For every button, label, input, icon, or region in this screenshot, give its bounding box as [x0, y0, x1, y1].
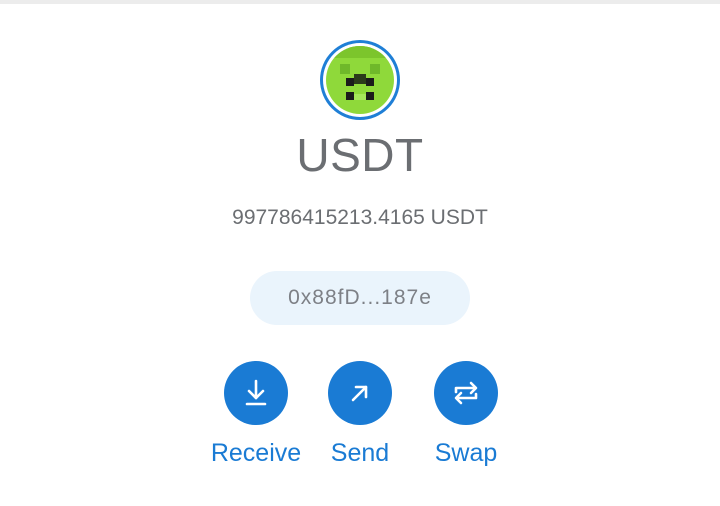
arrow-up-right-icon: [351, 385, 368, 402]
token-detail-screen: USDT 997786415213.4165 USDT 0x88fD...187…: [0, 0, 720, 506]
token-symbol-title: USDT: [296, 129, 424, 181]
avatar-ring: [323, 43, 397, 117]
send-label[interactable]: Send: [310, 439, 410, 468]
identicon-icon: [326, 46, 394, 114]
account-avatar[interactable]: [320, 40, 400, 120]
account-address-pill[interactable]: 0x88fD...187e: [250, 271, 470, 325]
swap-label[interactable]: Swap: [416, 439, 516, 468]
send-button[interactable]: Send: [310, 361, 410, 468]
download-arrow-icon: [245, 379, 267, 406]
receive-label[interactable]: Receive: [206, 439, 306, 468]
receive-button-circle[interactable]: [224, 361, 288, 425]
receive-button[interactable]: Receive: [206, 361, 306, 468]
token-balance: 997786415213.4165 USDT: [232, 206, 488, 229]
swap-arrows-icon: [454, 381, 478, 405]
send-button-circle[interactable]: [328, 361, 392, 425]
top-divider: [0, 0, 720, 4]
swap-button[interactable]: Swap: [416, 361, 516, 468]
swap-button-circle[interactable]: [434, 361, 498, 425]
